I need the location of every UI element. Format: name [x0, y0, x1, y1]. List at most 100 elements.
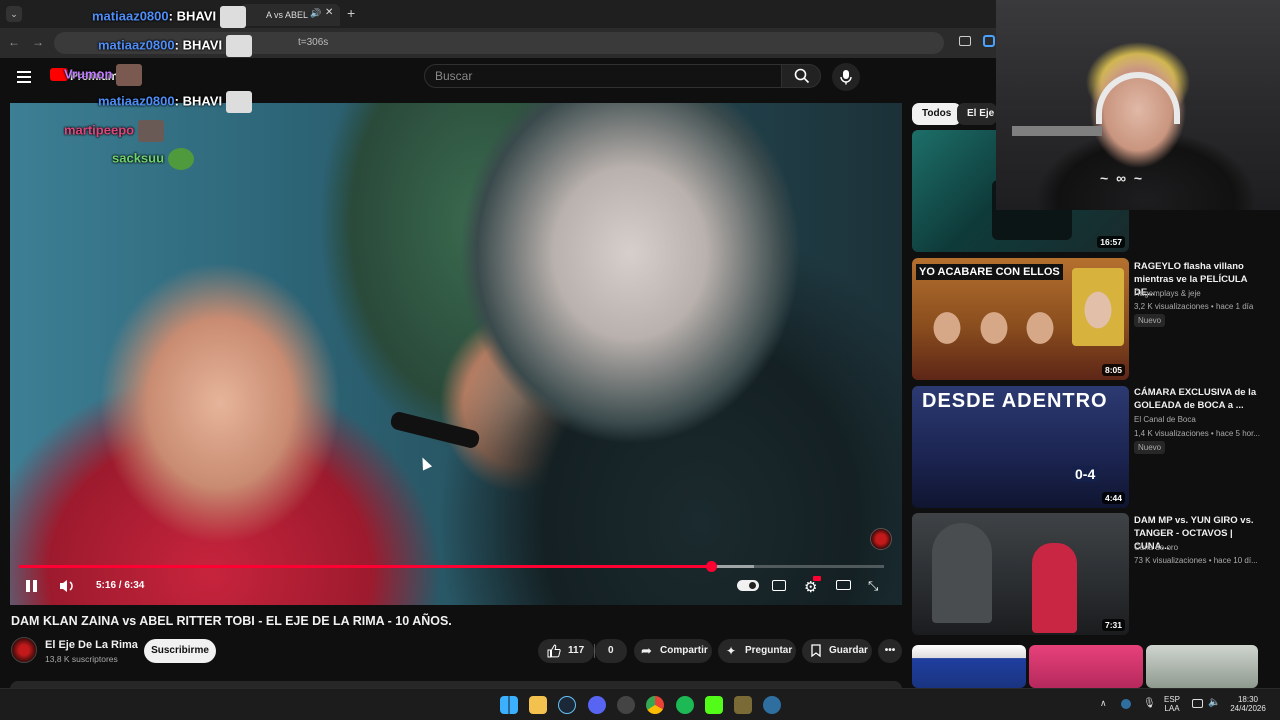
- channel-avatar[interactable]: [11, 637, 37, 663]
- network-icon[interactable]: [1192, 699, 1203, 708]
- microphone-icon: [840, 70, 852, 85]
- chat-badges-icon: [48, 35, 98, 49]
- ask-button[interactable]: ✦ Preguntar: [718, 639, 796, 663]
- pause-button[interactable]: [25, 579, 39, 593]
- ask-label: Preguntar: [745, 645, 793, 656]
- save-label: Guardar: [829, 645, 868, 656]
- back-icon[interactable]: ←: [8, 35, 20, 49]
- steam-icon[interactable]: [558, 696, 576, 714]
- dislike-button[interactable]: 0: [595, 639, 627, 663]
- file-explorer-icon[interactable]: [529, 696, 547, 714]
- thumbnail-person: [1032, 543, 1077, 633]
- tray-mic-icon[interactable]: 🎙: [1143, 698, 1156, 709]
- save-button[interactable]: Guardar: [802, 639, 872, 663]
- related-video-title[interactable]: CÁMARA EXCLUSIVA de la GOLEADA de BOCA a…: [1134, 386, 1266, 412]
- chat-badges-icon: [32, 6, 92, 20]
- kick-icon[interactable]: [705, 696, 723, 714]
- address-url: t=306s: [298, 37, 329, 48]
- app-icon[interactable]: [617, 696, 635, 714]
- emote-image: [219, 6, 246, 28]
- tab-title: A vs ABEL: [266, 10, 309, 20]
- chat-badges-icon: [48, 148, 112, 162]
- gear-icon: ⚙: [804, 579, 818, 596]
- subtitles-icon: [772, 580, 786, 591]
- tab-list-dropdown-icon[interactable]: ⌄: [6, 6, 22, 22]
- thumbnail-faces: [922, 288, 1062, 373]
- chat-text: BHAVI: [176, 8, 217, 24]
- time-display: 5:16 / 6:34: [96, 580, 145, 591]
- related-video-channel[interactable]: Cuna de oro: [1134, 543, 1178, 552]
- subscriber-count: 13,8 K suscriptores: [45, 654, 118, 664]
- app-icon[interactable]: [763, 696, 781, 714]
- chat-message: Vrumon: [48, 64, 143, 86]
- fullscreen-button[interactable]: ⤡: [868, 578, 878, 594]
- keyboard-layout: LAA: [1164, 704, 1180, 713]
- related-video-channel[interactable]: Ragemplays & jeje: [1134, 289, 1201, 298]
- channel-name[interactable]: El Eje De La Rima: [45, 639, 138, 651]
- language-indicator[interactable]: ESP LAA: [1160, 695, 1184, 713]
- headphones: [1096, 72, 1180, 124]
- tab-audio-icon[interactable]: 🔊: [310, 8, 321, 19]
- taskbar: ∧ 🎙 ESP LAA 🔈 18:30 24/4/2026: [0, 688, 1280, 720]
- sparkle-icon: ✦: [726, 644, 737, 658]
- forward-icon[interactable]: →: [32, 35, 44, 49]
- related-video-thumbnail[interactable]: 7:31: [912, 513, 1129, 635]
- video-player[interactable]: [10, 103, 902, 605]
- related-video-thumbnail[interactable]: DESDE ADENTRO 0-4 4:44: [912, 386, 1129, 508]
- search-input[interactable]: Buscar: [424, 64, 782, 88]
- related-video-meta: 1,4 K visualizaciones • hace 5 hor...: [1134, 429, 1260, 438]
- theater-mode-button[interactable]: [836, 580, 851, 590]
- cast-icon[interactable]: [959, 36, 971, 46]
- chrome-icon[interactable]: [646, 696, 664, 714]
- extension-icon[interactable]: [983, 35, 995, 47]
- app-icon[interactable]: [734, 696, 752, 714]
- menu-icon[interactable]: [17, 71, 31, 83]
- channel-watermark[interactable]: [870, 528, 892, 550]
- chip-channel[interactable]: El Eje D: [957, 103, 997, 125]
- autoplay-toggle[interactable]: [737, 580, 759, 591]
- related-video-channel[interactable]: El Canal de Boca: [1134, 415, 1196, 424]
- short-thumbnail[interactable]: [912, 645, 1026, 688]
- search-icon: [794, 68, 810, 84]
- settings-button[interactable]: ⚙: [804, 576, 821, 596]
- video-title: DAM KLAN ZAINA vs ABEL RITTER TOBI - EL …: [11, 614, 452, 628]
- progress-scrubber[interactable]: [706, 561, 717, 572]
- volume-tray-icon[interactable]: 🔈: [1208, 697, 1220, 708]
- subtitles-button[interactable]: [772, 580, 786, 591]
- new-tab-icon[interactable]: +: [347, 5, 355, 21]
- tray-overflow-icon[interactable]: ∧: [1100, 698, 1107, 709]
- more-actions-button[interactable]: •••: [878, 639, 902, 663]
- like-button[interactable]: 117: [538, 639, 594, 663]
- emote-image: [137, 120, 164, 142]
- search-button[interactable]: [781, 64, 821, 88]
- chip-todos[interactable]: Todos: [912, 103, 962, 125]
- emote-image: [225, 35, 252, 57]
- chat-badges-icon: [48, 91, 98, 105]
- windows-start-icon[interactable]: [500, 696, 518, 714]
- duration-badge: 7:31: [1101, 619, 1125, 631]
- short-thumbnail[interactable]: [1146, 645, 1258, 688]
- tray-app-icon[interactable]: [1121, 699, 1131, 709]
- chat-username: sacksuu: [112, 150, 165, 166]
- tab-close-icon[interactable]: ✕: [325, 7, 333, 18]
- related-video-thumbnail[interactable]: YO ACABARE CON ELLOS 8:05: [912, 258, 1129, 380]
- more-icon: •••: [884, 645, 896, 656]
- spotify-icon[interactable]: [676, 696, 694, 714]
- bookmark-icon: [811, 644, 821, 657]
- clock-date: 24/4/2026: [1230, 704, 1266, 713]
- related-video-meta: 3,2 K visualizaciones • hace 1 día: [1134, 302, 1254, 311]
- webcam-shirt-print: ~ ∞ ~: [1100, 170, 1145, 186]
- subscribe-button[interactable]: Suscribirme: [144, 639, 216, 663]
- volume-button[interactable]: [58, 578, 76, 597]
- voice-search-button[interactable]: [832, 63, 860, 91]
- share-button[interactable]: ➦ Compartir: [634, 639, 712, 663]
- chat-text: BHAVI: [182, 93, 223, 109]
- clock[interactable]: 18:30 24/4/2026: [1224, 695, 1272, 713]
- progress-bar[interactable]: [19, 561, 884, 572]
- new-badge: Nuevo: [1134, 314, 1166, 327]
- thumbnail-webcam-face: [1072, 268, 1124, 346]
- short-thumbnail[interactable]: [1029, 645, 1143, 688]
- chat-username: martipeepo: [64, 122, 135, 138]
- discord-icon[interactable]: [588, 696, 606, 714]
- clock-time: 18:30: [1237, 695, 1259, 704]
